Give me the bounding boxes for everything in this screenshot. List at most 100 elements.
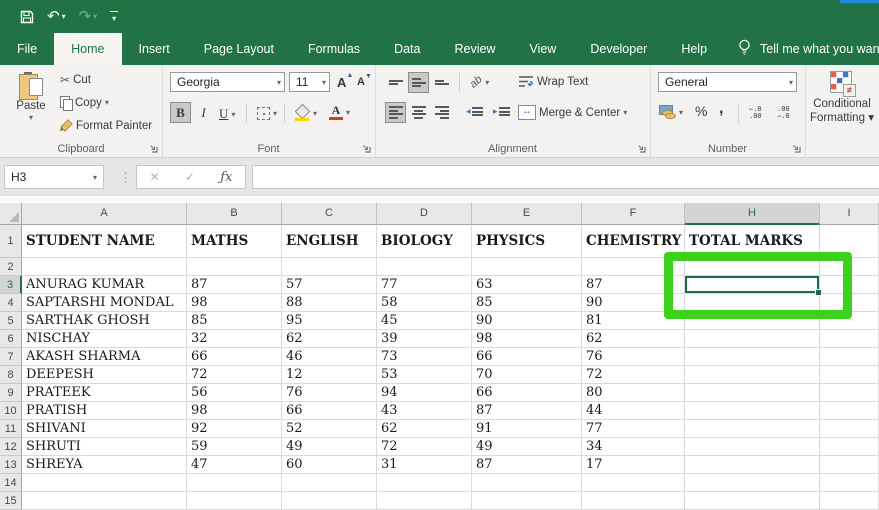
cell-D14[interactable] (377, 474, 472, 492)
redo-button[interactable]: ↷▾ (79, 9, 98, 24)
cell-C13[interactable]: 60 (282, 456, 377, 474)
name-box[interactable]: H3 ▾ (4, 165, 104, 189)
tab-file[interactable]: File (0, 33, 54, 65)
cell-B10[interactable]: 98 (187, 402, 282, 420)
middle-align-button[interactable] (408, 72, 429, 93)
cell-D4[interactable]: 58 (377, 294, 472, 312)
cell-C2[interactable] (282, 258, 377, 276)
save-icon[interactable] (20, 10, 34, 24)
row-header-9[interactable]: 9 (0, 384, 22, 402)
row-header-15[interactable]: 15 (0, 492, 22, 510)
row-header-13[interactable]: 13 (0, 456, 22, 474)
cell-F12[interactable]: 34 (582, 438, 685, 456)
cell-A7[interactable]: AKASH SHARMA (22, 348, 187, 366)
align-left-button[interactable] (385, 102, 406, 123)
cell-E2[interactable] (472, 258, 582, 276)
cell-A5[interactable]: SARTHAK GHOSH (22, 312, 187, 330)
cell-C5[interactable]: 95 (282, 312, 377, 330)
cell-I11[interactable] (820, 420, 879, 438)
cell-A3[interactable]: ANURAG KUMAR (22, 276, 187, 294)
bottom-align-button[interactable] (431, 72, 452, 93)
cell-D6[interactable]: 39 (377, 330, 472, 348)
row-header-8[interactable]: 8 (0, 366, 22, 384)
cell-F9[interactable]: 80 (582, 384, 685, 402)
orientation-button[interactable]: ab ▾ (467, 74, 492, 90)
formula-bar-grip[interactable]: ⋮ (119, 170, 132, 186)
cell-B5[interactable]: 85 (187, 312, 282, 330)
cell-A6[interactable]: NISCHAY (22, 330, 187, 348)
cell-D12[interactable]: 72 (377, 438, 472, 456)
column-header-F[interactable]: F (582, 203, 685, 225)
undo-dropdown-icon[interactable]: ▾ (62, 13, 66, 21)
cell-H15[interactable] (685, 492, 820, 510)
cell-C8[interactable]: 12 (282, 366, 377, 384)
enter-icon[interactable]: ✓ (185, 170, 195, 184)
cell-E4[interactable]: 85 (472, 294, 582, 312)
cell-B11[interactable]: 92 (187, 420, 282, 438)
fill-color-button[interactable]: ▾ (292, 104, 320, 123)
cell-I14[interactable] (820, 474, 879, 492)
cell-H12[interactable] (685, 438, 820, 456)
cell-D5[interactable]: 45 (377, 312, 472, 330)
cell-F6[interactable]: 62 (582, 330, 685, 348)
cell-C11[interactable]: 52 (282, 420, 377, 438)
cell-C9[interactable]: 76 (282, 384, 377, 402)
cell-D1[interactable]: BIOLOGY (377, 225, 472, 258)
cell-F14[interactable] (582, 474, 685, 492)
cell-C15[interactable] (282, 492, 377, 510)
insert-function-icon[interactable]: ƒx (220, 170, 232, 185)
cell-F10[interactable]: 44 (582, 402, 685, 420)
cell-C7[interactable]: 46 (282, 348, 377, 366)
font-color-button[interactable]: A ▾ (326, 103, 353, 122)
cell-C1[interactable]: ENGLISH (282, 225, 377, 258)
row-header-6[interactable]: 6 (0, 330, 22, 348)
align-center-button[interactable] (408, 102, 429, 123)
increase-indent-button[interactable]: ▸ (490, 104, 513, 120)
cell-H8[interactable] (685, 366, 820, 384)
cell-B8[interactable]: 72 (187, 366, 282, 384)
cell-A2[interactable] (22, 258, 187, 276)
percent-style-button[interactable]: % (692, 101, 710, 121)
cell-E13[interactable]: 87 (472, 456, 582, 474)
cell-D11[interactable]: 62 (377, 420, 472, 438)
column-header-D[interactable]: D (377, 203, 472, 225)
cell-A13[interactable]: SHREYA (22, 456, 187, 474)
font-size-combo[interactable]: 11 ▾ (289, 72, 330, 92)
customize-qat-button[interactable]: ▾ (110, 11, 118, 23)
merge-center-button[interactable]: ↔ Merge & Center ▾ (515, 103, 630, 122)
tab-view[interactable]: View (512, 33, 573, 65)
cell-D15[interactable] (377, 492, 472, 510)
tell-me[interactable]: Tell me what you want to do (738, 33, 879, 65)
cell-E11[interactable]: 91 (472, 420, 582, 438)
cell-A12[interactable]: SHRUTI (22, 438, 187, 456)
cell-B9[interactable]: 56 (187, 384, 282, 402)
cell-F7[interactable]: 76 (582, 348, 685, 366)
cell-H11[interactable] (685, 420, 820, 438)
column-header-H[interactable]: H (685, 203, 820, 225)
paste-button[interactable]: Paste ▾ (8, 70, 54, 138)
cell-H14[interactable] (685, 474, 820, 492)
cell-E8[interactable]: 70 (472, 366, 582, 384)
cell-B1[interactable]: MATHS (187, 225, 282, 258)
cell-B6[interactable]: 32 (187, 330, 282, 348)
cell-I8[interactable] (820, 366, 879, 384)
cell-E12[interactable]: 49 (472, 438, 582, 456)
cell-F15[interactable] (582, 492, 685, 510)
cell-A11[interactable]: SHIVANI (22, 420, 187, 438)
tab-formulas[interactable]: Formulas (291, 33, 377, 65)
copy-button[interactable]: Copy ▾ (57, 94, 112, 111)
formula-input[interactable] (252, 165, 879, 189)
cell-B2[interactable] (187, 258, 282, 276)
row-header-3[interactable]: 3 (0, 276, 22, 294)
font-family-combo[interactable]: Georgia ▾ (170, 72, 285, 92)
number-format-combo[interactable]: General ▾ (658, 72, 797, 92)
column-header-A[interactable]: A (22, 203, 187, 225)
cell-E10[interactable]: 87 (472, 402, 582, 420)
cell-C12[interactable]: 49 (282, 438, 377, 456)
row-header-11[interactable]: 11 (0, 420, 22, 438)
cell-A8[interactable]: DEEPESH (22, 366, 187, 384)
row-header-7[interactable]: 7 (0, 348, 22, 366)
row-header-14[interactable]: 14 (0, 474, 22, 492)
cell-H10[interactable] (685, 402, 820, 420)
increase-font-size-button[interactable]: A▲ (334, 73, 349, 92)
